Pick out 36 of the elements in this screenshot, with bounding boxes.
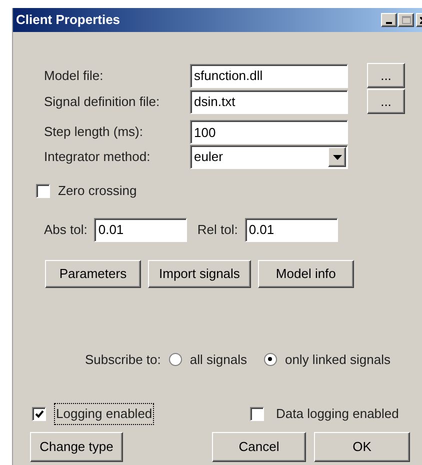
checkbox-label: Logging enabled — [54, 403, 154, 424]
action-button[interactable]: Import signals — [148, 260, 251, 288]
field-label: Model file: — [44, 66, 104, 85]
field-label: Integrator method: — [44, 148, 152, 166]
checkmark-icon — [34, 410, 44, 418]
cancel-button[interactable]: Cancel — [212, 432, 306, 462]
action-button[interactable]: Model info — [258, 260, 354, 288]
field-label: Signal definition file: — [44, 92, 161, 111]
text-field[interactable]: 100 — [190, 120, 348, 144]
radio-button[interactable] — [264, 352, 277, 366]
action-button[interactable]: Parameters — [45, 260, 141, 288]
radio-button[interactable] — [168, 352, 182, 366]
maximize-button[interactable] — [398, 13, 414, 27]
subscribe-label: Subscribe to: — [85, 350, 161, 368]
checkbox[interactable] — [36, 184, 50, 198]
checkbox[interactable] — [32, 406, 46, 421]
field-label: Step length (ms): — [44, 123, 144, 142]
dropdown-arrow-icon — [332, 154, 342, 160]
tolerance-label: Abs tol: — [44, 220, 88, 239]
text-field[interactable]: dsin.txt — [190, 90, 348, 114]
text-field[interactable]: sfunction.dll — [190, 64, 348, 88]
checkbox[interactable] — [250, 406, 264, 421]
radio-label: all signals — [190, 350, 247, 369]
window-title: Client Properties — [16, 11, 122, 30]
change-type-button[interactable]: Change type — [30, 432, 123, 462]
minimize-button[interactable] — [381, 13, 397, 27]
checkbox-label: Data logging enabled — [276, 405, 399, 423]
browse-button[interactable]: ... — [367, 89, 405, 114]
radio-label: only linked signals — [284, 350, 390, 369]
tolerance-label: Rel tol: — [197, 220, 238, 239]
integrator-dropdown[interactable]: euler — [190, 145, 348, 169]
tolerance-field[interactable]: 0.01 — [244, 218, 338, 242]
checkbox-label: Zero crossing — [58, 182, 137, 200]
tolerance-field[interactable]: 0.01 — [94, 218, 188, 242]
ok-button[interactable]: OK — [314, 432, 410, 462]
browse-button[interactable]: ... — [367, 63, 405, 88]
